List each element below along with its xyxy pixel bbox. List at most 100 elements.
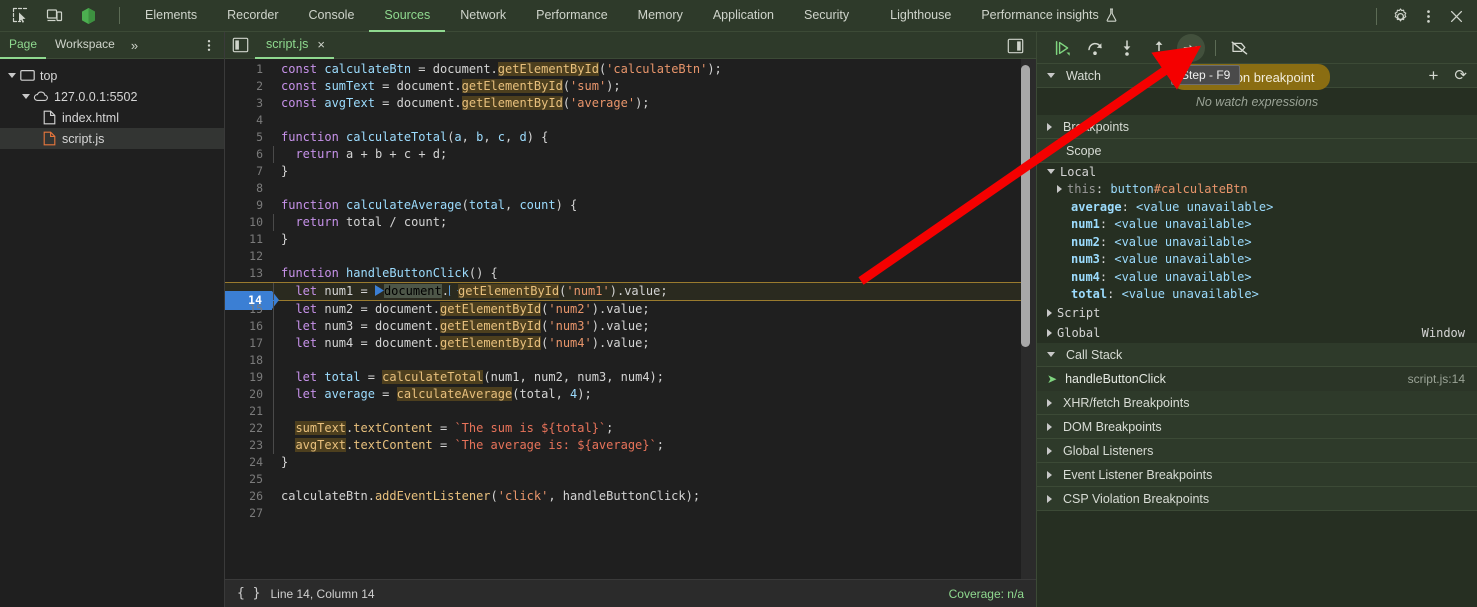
line-number[interactable]: 1: [225, 61, 271, 78]
scope-group-global[interactable]: Global Window: [1037, 323, 1477, 343]
code-line[interactable]: 12: [225, 248, 1036, 265]
code-line[interactable]: 8: [225, 180, 1036, 197]
line-number[interactable]: 8: [225, 180, 271, 197]
code-line[interactable]: 6 return a + b + c + d;: [225, 146, 1036, 163]
step-over-button[interactable]: [1081, 34, 1109, 62]
line-number[interactable]: 21: [225, 403, 271, 420]
close-icon[interactable]: ×: [317, 38, 325, 51]
code-line[interactable]: 2 const sumText = document.getElementById…: [225, 78, 1036, 95]
code-view[interactable]: 1 const calculateBtn = document.getElemen…: [225, 59, 1036, 579]
tab-recorder[interactable]: Recorder: [212, 0, 293, 32]
code-line[interactable]: 7}: [225, 163, 1036, 180]
tab-sources[interactable]: Sources: [369, 0, 446, 32]
green-hexagon-icon[interactable]: [75, 3, 101, 29]
tab-performance-insights[interactable]: Performance insights: [966, 0, 1132, 32]
inspect-element-icon[interactable]: [7, 3, 33, 29]
step-marker-current-icon[interactable]: [374, 285, 384, 296]
tree-item-script-js[interactable]: script.js: [0, 128, 224, 149]
tab-elements[interactable]: Elements: [130, 0, 212, 32]
code-line[interactable]: 11}: [225, 231, 1036, 248]
code-line[interactable]: 13 function handleButtonClick() {: [225, 265, 1036, 282]
step-marker-next-icon[interactable]: [448, 285, 458, 296]
code-line[interactable]: 17 let num4 = document.getElementById('n…: [225, 335, 1036, 352]
line-number[interactable]: 7: [225, 163, 271, 180]
line-number[interactable]: 17: [225, 335, 271, 352]
tab-console[interactable]: Console: [294, 0, 370, 32]
code-line[interactable]: 25: [225, 471, 1036, 488]
section-csp-violation-breakpoints[interactable]: CSP Violation Breakpoints: [1037, 487, 1477, 511]
line-number[interactable]: 26: [225, 488, 271, 505]
scope-var-this[interactable]: this: button #calculateBtn: [1037, 181, 1477, 199]
section-global-listeners[interactable]: Global Listeners: [1037, 439, 1477, 463]
scope-var-num1[interactable]: num1: <value unavailable>: [1037, 216, 1477, 234]
nav-more-tabs-icon[interactable]: »: [124, 32, 145, 59]
more-options-icon[interactable]: [1415, 3, 1441, 29]
step-button[interactable]: [1177, 33, 1205, 62]
disclosure-triangle-down-icon[interactable]: [6, 73, 18, 78]
code-line[interactable]: 1 const calculateBtn = document.getElemen…: [225, 61, 1036, 78]
line-number[interactable]: 20: [225, 386, 271, 403]
line-number[interactable]: 13: [225, 265, 271, 282]
scope-var-average[interactable]: average: <value unavailable>: [1037, 198, 1477, 216]
line-number[interactable]: 11: [225, 231, 271, 248]
nav-tab-page[interactable]: Page: [0, 32, 47, 59]
tab-memory[interactable]: Memory: [623, 0, 698, 32]
navigator-more-options-icon[interactable]: [198, 32, 220, 59]
add-watch-expression-icon[interactable]: +: [1428, 67, 1438, 84]
line-number[interactable]: 9: [225, 197, 271, 214]
step-into-button[interactable]: [1113, 34, 1141, 62]
code-line-current[interactable]: 14 let num1 = document. getElementById('n…: [225, 282, 1036, 310]
section-dom-breakpoints[interactable]: DOM Breakpoints: [1037, 415, 1477, 439]
tab-security[interactable]: Security: [789, 0, 864, 32]
scope-var-num3[interactable]: num3: <value unavailable>: [1037, 251, 1477, 269]
line-number[interactable]: 25: [225, 471, 271, 488]
code-line[interactable]: 18: [225, 352, 1036, 369]
step-out-button[interactable]: [1145, 34, 1173, 62]
line-number[interactable]: 16: [225, 318, 271, 335]
line-number[interactable]: 5: [225, 129, 271, 146]
breakpoints-section-header[interactable]: Breakpoints: [1037, 115, 1477, 139]
section-event-listener-breakpoints[interactable]: Event Listener Breakpoints: [1037, 463, 1477, 487]
tab-lighthouse[interactable]: Lighthouse: [864, 0, 966, 32]
pretty-print-icon[interactable]: { }: [237, 586, 260, 601]
tab-application[interactable]: Application: [698, 0, 789, 32]
refresh-watch-icon[interactable]: ⟳: [1454, 68, 1467, 83]
tab-network[interactable]: Network: [445, 0, 521, 32]
line-number[interactable]: 24: [225, 454, 271, 471]
scope-group-local[interactable]: Local: [1037, 163, 1477, 181]
line-number[interactable]: 22: [225, 420, 271, 437]
tree-item-origin[interactable]: 127.0.0.1:5502: [0, 86, 224, 107]
line-number[interactable]: 6: [225, 146, 271, 163]
code-line[interactable]: 16 let num3 = document.getElementById('n…: [225, 318, 1036, 335]
line-number[interactable]: 3: [225, 95, 271, 112]
code-line[interactable]: 10 return total / count;: [225, 214, 1036, 231]
code-line[interactable]: 22 sumText.textContent = `The sum is ${t…: [225, 420, 1036, 437]
section-xhr-fetch-breakpoints[interactable]: XHR/fetch Breakpoints: [1037, 391, 1477, 415]
line-number[interactable]: 12: [225, 248, 271, 265]
scope-section-header[interactable]: Scope: [1037, 139, 1477, 163]
device-toolbar-icon[interactable]: [41, 3, 67, 29]
tree-item-top[interactable]: top: [0, 65, 224, 86]
disclosure-triangle-down-icon[interactable]: [20, 94, 32, 99]
code-line[interactable]: 4: [225, 112, 1036, 129]
code-line[interactable]: 21: [225, 403, 1036, 420]
code-line[interactable]: 26 calculateBtn.addEventListener('click',…: [225, 488, 1036, 505]
scope-var-num2[interactable]: num2: <value unavailable>: [1037, 233, 1477, 251]
deactivate-breakpoints-button[interactable]: [1226, 34, 1254, 62]
code-line[interactable]: 9 function calculateAverage(total, count)…: [225, 197, 1036, 214]
tab-performance[interactable]: Performance: [521, 0, 623, 32]
callstack-frame[interactable]: ➤ handleButtonClick script.js:14: [1037, 367, 1477, 391]
code-line[interactable]: 15 let num2 = document.getElementById('n…: [225, 301, 1036, 318]
callstack-section-header[interactable]: Call Stack: [1037, 343, 1477, 367]
code-line[interactable]: 23 avgText.textContent = `The average is…: [225, 437, 1036, 454]
code-line[interactable]: 19 let total = calculateTotal(num1, num2…: [225, 369, 1036, 386]
gear-icon[interactable]: [1387, 3, 1413, 29]
tree-item-index-html[interactable]: index.html: [0, 107, 224, 128]
code-line[interactable]: 5 function calculateTotal(a, b, c, d) {: [225, 129, 1036, 146]
line-number[interactable]: 2: [225, 78, 271, 95]
code-line[interactable]: 20 let average = calculateAverage(total,…: [225, 386, 1036, 403]
code-line[interactable]: 24}: [225, 454, 1036, 471]
resume-script-button[interactable]: [1049, 34, 1077, 62]
close-icon[interactable]: [1443, 3, 1469, 29]
nav-tab-workspace[interactable]: Workspace: [46, 32, 124, 59]
